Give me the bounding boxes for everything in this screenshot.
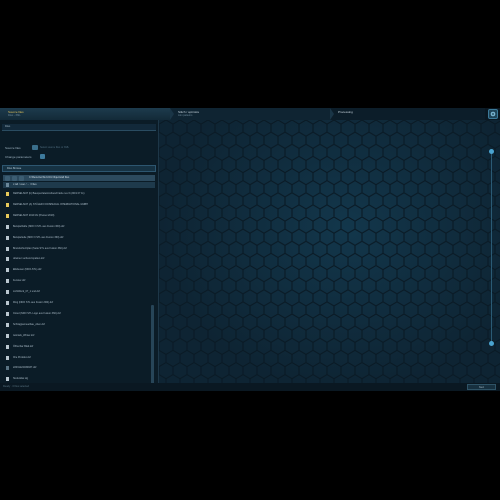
list-item[interactable]: Brandschutzplan (Seite STL aus Fusion 36… [3, 245, 149, 253]
list-item[interactable]: Fenster.dxf [3, 277, 149, 285]
file-name: tutorials_Winter.dxf [13, 333, 35, 337]
file-icon [6, 322, 9, 327]
file-name: KERSELSCH (A) STÜLER FOOSPECIAL INTERNAT… [13, 202, 88, 206]
source-input[interactable]: Select source files or XML [40, 145, 140, 150]
file-icon [6, 355, 9, 360]
file-name: dowiner verbund spalten.dxf [13, 257, 45, 261]
status-bar: Ready · 0 files selected Next [0, 383, 500, 391]
file-icon [6, 257, 9, 262]
file-name: ElEAusen (NDO-STL).dxf [13, 268, 42, 272]
preview-canvas[interactable] [159, 120, 500, 391]
file-icon [6, 301, 9, 305]
folder-icon [6, 202, 9, 207]
file-name: Öffnerbar Blatt.dxf [13, 344, 34, 348]
left-panel: Files Source files Select source files o… [0, 120, 159, 391]
list-item[interactable]: Schrägpanneelbau_oben.dxf [3, 321, 149, 329]
file-name: Schrägpanneelbau_oben.dxf [13, 322, 45, 326]
refresh-button[interactable] [19, 176, 24, 181]
file-list-scrollbar[interactable] [151, 305, 154, 391]
list-item[interactable]: ElEAusen (NDO-STL).dxf [3, 266, 149, 274]
list-item[interactable]: dowiner verbund spalten.dxf [3, 255, 149, 263]
folder-up-icon [6, 183, 9, 187]
file-name: Fenster.dxf [13, 279, 26, 283]
file-icon [6, 235, 9, 240]
list-item[interactable]: KERSELSCH (A) STÜLER FOOSPECIAL INTERNAT… [3, 201, 149, 209]
chevron-right-icon [170, 108, 174, 120]
list-item[interactable]: 22031124030937.dxf [3, 364, 149, 372]
file-icon [6, 279, 9, 284]
next-button[interactable]: Next [467, 384, 496, 390]
file-icon [6, 224, 9, 229]
file-name: Cloud (NDO STL Logo aus Fusion 360).dxf [13, 311, 61, 315]
toolbar-path: C:\Benutzer\hk-fc\01 Objects\all files [29, 176, 70, 179]
file-icon [6, 311, 9, 316]
file-name: 22031124030937.dxf [13, 366, 37, 370]
file-list: C:\Benutzer\hk-fc\01 Objects\all files c… [3, 175, 155, 391]
tab-label: Files [5, 125, 11, 128]
folder-icon [6, 192, 9, 196]
source-label: Source files [5, 146, 21, 150]
file-icon [6, 333, 9, 338]
current-folder-row[interactable]: c:/all / user / ... / Files [3, 182, 155, 188]
file-name: LichtWerk_07_1 und.dxf [13, 290, 40, 294]
list-item[interactable]: KERSELSCH (b) Bauspezialeinzelbeschriebe… [3, 190, 149, 198]
file-name: KERSELSCH (b) Bauspezialeinzelbeschriebe… [13, 192, 85, 195]
step-title: Processing [338, 110, 353, 114]
list-item[interactable]: LichtWerk_07_1 und.dxf [3, 288, 149, 296]
zoom-slider-track[interactable] [491, 152, 492, 344]
file-icon [6, 246, 9, 251]
file-icon [6, 377, 9, 382]
back-button[interactable] [5, 176, 10, 181]
settings-button[interactable] [488, 109, 498, 119]
folder-icon [6, 213, 9, 218]
file-icon [6, 268, 9, 273]
hex-background [159, 120, 500, 391]
app-window: Source files Files - XML Stitch / optimi… [0, 108, 500, 391]
zoom-slider-bottom-handle[interactable] [489, 341, 494, 346]
change-params-label: Change parameters [5, 155, 32, 159]
step-subtitle: Join patterns [178, 114, 193, 117]
list-item[interactable]: Cloud (NDO STL Logo aus Fusion 360).dxf [3, 310, 149, 318]
step-stitch[interactable]: Stitch / optimize Join patterns [170, 108, 334, 120]
file-icon [6, 366, 9, 371]
file-name: Beispielhafte (NDO 3 STL aus Fusion 360)… [13, 224, 65, 228]
file-name: KERSELSCH 2019 AV (Preisel 2019) [13, 213, 55, 217]
file-toolbar: C:\Benutzer\hk-fc\01 Objects\all files [3, 175, 155, 181]
files-header-label: Files Browse [7, 167, 22, 170]
file-name: Brandschutzplan (Seite STL aus Fusion 36… [13, 246, 67, 250]
step-subtitle: Files - XML [8, 114, 21, 117]
up-button[interactable] [12, 176, 17, 181]
gear-icon [490, 111, 496, 117]
file-icon [6, 290, 9, 295]
zoom-slider-top-handle[interactable] [489, 149, 494, 154]
tab-files[interactable]: Files [2, 124, 156, 131]
list-item[interactable]: Ring (NDO STL aus Fusion 360).dxf [3, 299, 149, 307]
list-item[interactable]: Beispielhafte (NDO 3 STL aus Fusion 360)… [3, 223, 149, 231]
wizard-steps: Source files Files - XML Stitch / optimi… [0, 108, 500, 120]
step-processing[interactable]: Processing [330, 108, 485, 120]
file-icon [6, 344, 9, 349]
list-item[interactable]: Beispielteile (NDO 3 STL aus Fusion 360)… [3, 234, 149, 242]
change-params-checkbox[interactable] [40, 154, 45, 159]
file-name: Ring (NDO STL aus Fusion 360).dxf [13, 301, 54, 304]
list-item[interactable]: Ihre Produkt.dxf [3, 354, 149, 362]
browse-button[interactable] [32, 145, 38, 150]
file-name: Beispielteile (NDO 3 STL aus Fusion 360)… [13, 235, 64, 239]
chevron-right-icon [330, 108, 334, 120]
file-name: Stufenklar.xlg [13, 377, 29, 381]
files-section-header[interactable]: Files Browse [2, 165, 156, 172]
list-item[interactable]: tutorials_Winter.dxf [3, 332, 149, 340]
list-item[interactable]: Öffnerbar Blatt.dxf [3, 343, 149, 351]
list-item[interactable]: KERSELSCH 2019 AV (Preisel 2019) [3, 212, 149, 220]
step-source[interactable]: Source files Files - XML [0, 108, 174, 120]
status-text: Ready · 0 files selected [3, 385, 29, 388]
current-folder-label: c:/all / user / ... / Files [13, 183, 37, 186]
file-name: Ihre Produkt.dxf [13, 355, 31, 359]
